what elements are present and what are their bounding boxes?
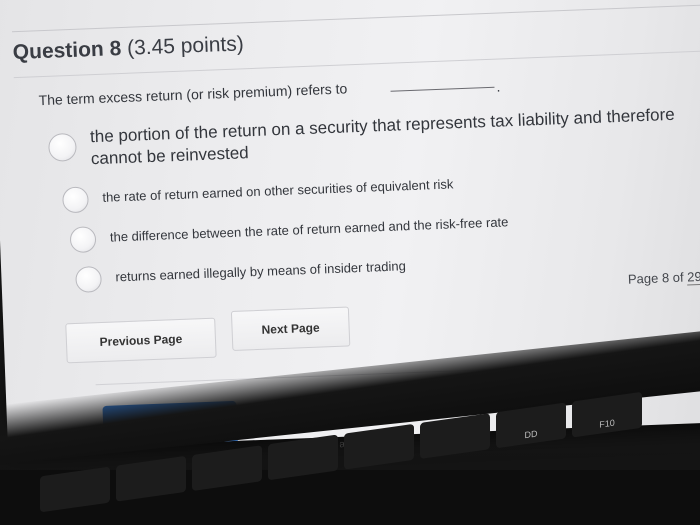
option-text-2: the rate of return earned on other secur… (102, 176, 454, 205)
question-points: (3.45 points) (126, 32, 245, 60)
photo-scene: Question 8 (3.45 points) The term excess… (0, 0, 700, 525)
answer-option-2[interactable]: the rate of return earned on other secur… (62, 172, 454, 214)
quiz-screen: Question 8 (3.45 points) The term excess… (0, 0, 700, 450)
next-page-button[interactable]: Next Page (230, 306, 351, 351)
answer-blank (390, 86, 495, 92)
function-key (192, 445, 262, 492)
submit-button[interactable] (102, 400, 238, 446)
function-key (116, 455, 186, 502)
page-indicator-prefix: Page 8 of (627, 269, 688, 287)
question-label: Question 8 (12, 37, 122, 65)
option-text-3: the difference between the rate of retur… (109, 214, 509, 245)
page-total: 29 (686, 268, 700, 286)
prompt-period: . (496, 78, 501, 95)
radio-button-4[interactable] (75, 265, 103, 293)
function-key (268, 434, 338, 481)
answer-option-1[interactable]: the portion of the return on a security … (47, 103, 689, 172)
radio-button-3[interactable] (69, 226, 97, 254)
footer-divider (95, 359, 700, 386)
previous-page-button[interactable]: Previous Page (65, 317, 217, 364)
question-prompt: The term excess return (or risk premium)… (38, 80, 348, 109)
option-text-4: returns earned illegally by means of ins… (115, 258, 407, 285)
radio-button-2[interactable] (62, 186, 89, 214)
answer-option-3[interactable]: the difference between the rate of retur… (69, 210, 509, 254)
answer-option-4[interactable]: returns earned illegally by means of ins… (75, 254, 406, 293)
option-text-1: the portion of the return on a security … (89, 104, 675, 169)
question-title: Question 8 (3.45 points) (12, 32, 244, 65)
header-divider (11, 3, 700, 33)
page-indicator: Page 8 of 29 (627, 268, 700, 288)
radio-button-1[interactable] (47, 132, 78, 162)
